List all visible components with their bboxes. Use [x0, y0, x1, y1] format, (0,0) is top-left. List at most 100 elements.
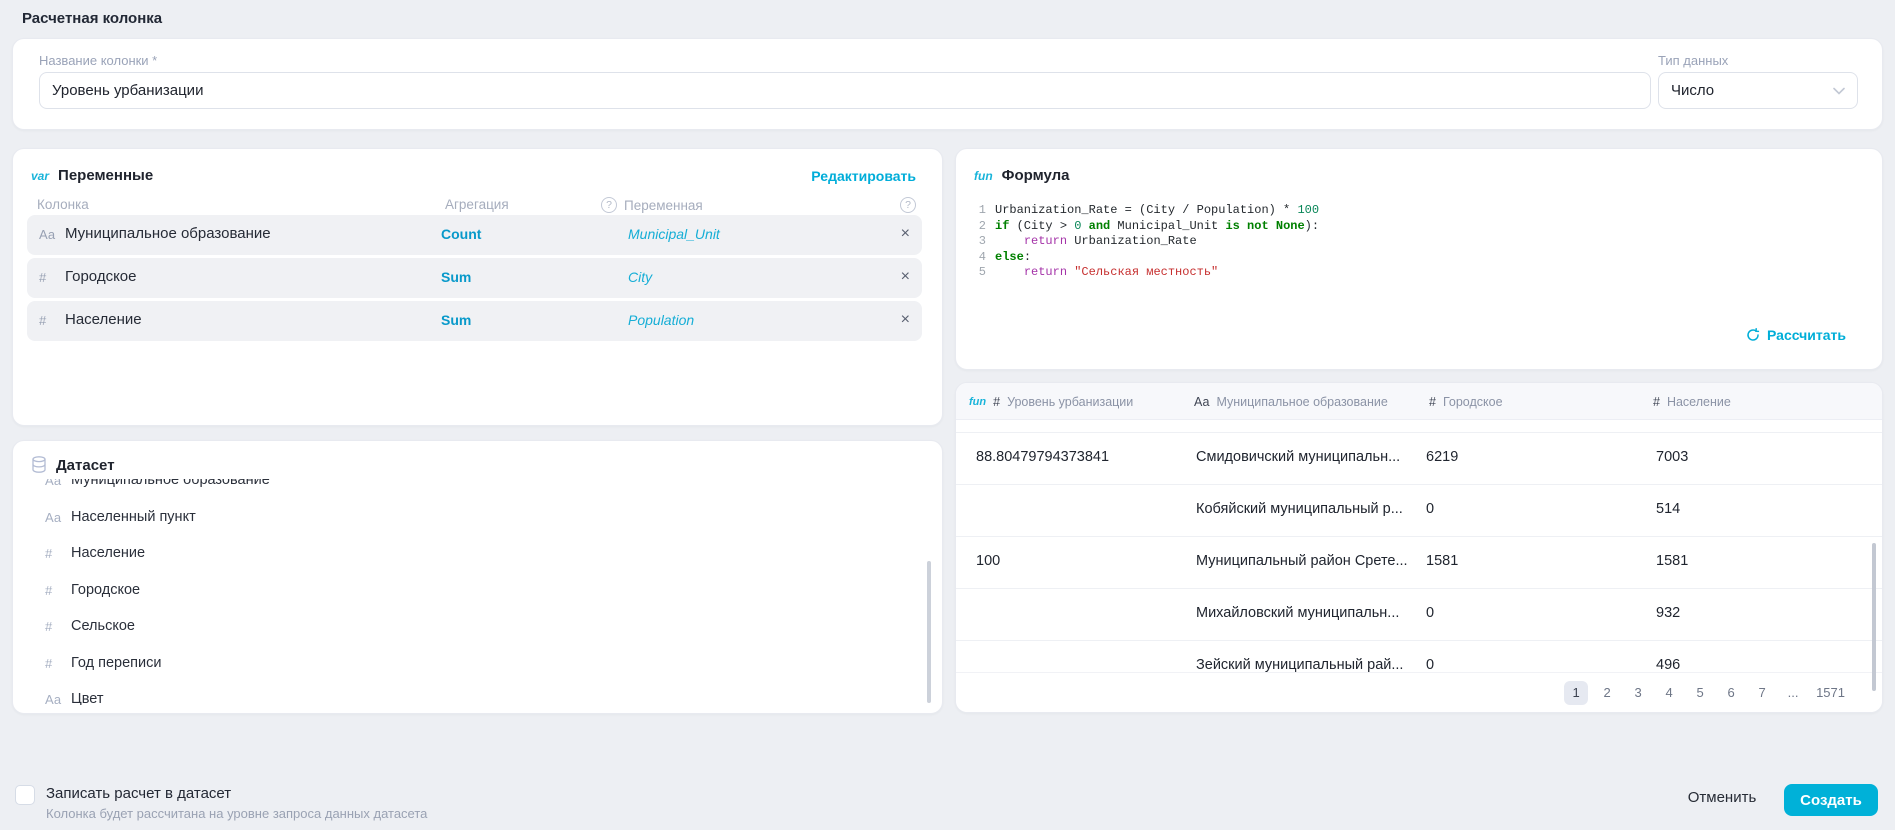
code-line: 1Urbanization_Rate = (City / Population)… [974, 203, 1319, 219]
cell-population: 496 [1656, 657, 1680, 673]
formula-code-editor[interactable]: 1Urbanization_Rate = (City / Population)… [974, 203, 1319, 281]
cell-city: 6219 [1426, 449, 1458, 465]
number-type-icon: # [45, 656, 52, 671]
formula-panel: fun Формула 1Urbanization_Rate = (City /… [955, 148, 1883, 370]
formula-title: Формула [1002, 167, 1070, 184]
column-name-input[interactable] [39, 72, 1651, 109]
aggregation-value[interactable]: Sum [441, 269, 471, 285]
string-type-icon: Аа [45, 510, 61, 525]
variable-name[interactable]: Population [628, 312, 694, 328]
page-button[interactable]: 2 [1595, 681, 1619, 705]
cancel-button[interactable]: Отменить [1682, 789, 1762, 806]
page-title: Расчетная колонка [22, 10, 162, 27]
variables-panel: var Переменные Редактировать Колонка Агр… [12, 148, 943, 426]
page-button[interactable]: 1 [1564, 681, 1588, 705]
remove-variable-icon[interactable]: × [901, 311, 910, 329]
cell-municipal-unit: Михайловский муниципальн... [1196, 605, 1399, 621]
dataset-field[interactable]: # Сельское [13, 609, 934, 646]
write-to-dataset-label: Записать расчет в датасет [46, 785, 231, 802]
help-icon[interactable]: ? [601, 197, 617, 213]
refresh-icon [1746, 328, 1760, 342]
cell-population: 514 [1656, 501, 1680, 517]
string-type-icon: Аа [1194, 395, 1209, 409]
chevron-down-icon [1833, 87, 1845, 95]
header-variable: Переменная [624, 198, 703, 213]
cell-municipal-unit: Муниципальный район Срете... [1196, 553, 1408, 569]
dataset-field[interactable]: # Год переписи [13, 646, 934, 683]
page-button[interactable]: 3 [1626, 681, 1650, 705]
cell-city: 0 [1426, 605, 1434, 621]
string-type-icon: Аа [45, 692, 61, 705]
remove-variable-icon[interactable]: × [901, 268, 910, 286]
variables-title: Переменные [58, 167, 153, 184]
help-icon[interactable]: ? [900, 197, 916, 213]
line-number: 1 [974, 203, 986, 219]
fun-tag-icon: fun [974, 169, 993, 183]
cell-urbanization: 88.80479794373841 [976, 449, 1109, 465]
cell-city: 1581 [1426, 553, 1458, 569]
dataset-field[interactable]: Аа Муниципальное образование [13, 479, 934, 500]
code-line: 4else: [974, 250, 1319, 266]
line-number: 2 [974, 219, 986, 235]
page-button[interactable]: 7 [1750, 681, 1774, 705]
number-type-icon: # [39, 270, 46, 285]
page-button[interactable]: 1571 [1812, 681, 1849, 705]
cell-city: 0 [1426, 657, 1434, 673]
variable-name[interactable]: City [628, 269, 652, 285]
preview-column-header[interactable]: fun # Уровень урбанизации [969, 383, 1133, 420]
preview-column-header[interactable]: # Население [1653, 383, 1731, 420]
dataset-field[interactable]: # Население [13, 536, 934, 573]
data-type-label: Тип данных [1658, 53, 1728, 68]
dataset-title: Датасет [56, 457, 115, 474]
calculate-button[interactable]: Рассчитать [1746, 327, 1846, 343]
remove-variable-icon[interactable]: × [901, 225, 910, 243]
dataset-field[interactable]: Аа Населенный пункт [13, 500, 934, 537]
variable-name[interactable]: Municipal_Unit [628, 226, 720, 242]
table-scrollbar[interactable] [1872, 543, 1876, 691]
variable-row[interactable]: # Городское Sum City × [27, 258, 922, 298]
cell-municipal-unit: Кобяйский муниципальный р... [1196, 501, 1403, 517]
number-type-icon: # [993, 395, 1000, 409]
table-row: Кобяйский муниципальный р... 0 514 [956, 485, 1882, 537]
dataset-field[interactable]: Аа Цвет [13, 682, 934, 705]
pagination-ellipsis: ... [1781, 681, 1805, 705]
preview-table-header: fun # Уровень урбанизации Аа Муниципальн… [956, 383, 1882, 420]
dataset-field-name: Цвет [71, 691, 104, 705]
code-line: 5 return "Сельская местность" [974, 265, 1319, 281]
dataset-field[interactable]: # Городское [13, 573, 934, 610]
number-type-icon: # [1429, 395, 1436, 409]
cell-population: 1581 [1656, 553, 1688, 569]
create-button[interactable]: Создать [1784, 784, 1878, 816]
cell-urbanization: 100 [976, 553, 1000, 569]
write-to-dataset-checkbox[interactable] [15, 785, 35, 805]
cell-population: 7003 [1656, 449, 1688, 465]
edit-variables-link[interactable]: Редактировать [811, 168, 916, 184]
data-type-value: Число [1671, 82, 1714, 99]
var-tag-icon: var [31, 169, 49, 183]
aggregation-value[interactable]: Count [441, 226, 481, 242]
dataset-field-name: Населенный пункт [71, 509, 196, 525]
cell-population: 932 [1656, 605, 1680, 621]
header-aggregation: Агрегация [445, 197, 509, 212]
line-number: 5 [974, 265, 986, 281]
variable-row[interactable]: Аа Муниципальное образование Count Munic… [27, 215, 922, 255]
aggregation-value[interactable]: Sum [441, 312, 471, 328]
page-button[interactable]: 5 [1688, 681, 1712, 705]
pagination: 1 2 3 4 5 6 7 ... 1571 [956, 672, 1882, 712]
number-type-icon: # [39, 313, 46, 328]
cell-municipal-unit: Смидовичский муниципальн... [1196, 449, 1400, 465]
variable-row[interactable]: # Население Sum Population × [27, 301, 922, 341]
column-settings-card: Название колонки * Тип данных Число [12, 38, 1883, 130]
preview-column-header[interactable]: Аа Муниципальное образование [1194, 383, 1388, 420]
data-type-select[interactable]: Число [1658, 72, 1858, 109]
cell-city: 0 [1426, 501, 1434, 517]
page-button[interactable]: 4 [1657, 681, 1681, 705]
dataset-field-name: Население [71, 545, 145, 561]
preview-column-header[interactable]: # Городское [1429, 383, 1503, 420]
variable-column-name: Муниципальное образование [65, 225, 271, 242]
table-row: Михайловский муниципальн... 0 932 [956, 589, 1882, 641]
number-type-icon: # [45, 583, 52, 598]
dataset-scrollbar[interactable] [927, 561, 931, 703]
line-number: 4 [974, 250, 986, 266]
page-button[interactable]: 6 [1719, 681, 1743, 705]
